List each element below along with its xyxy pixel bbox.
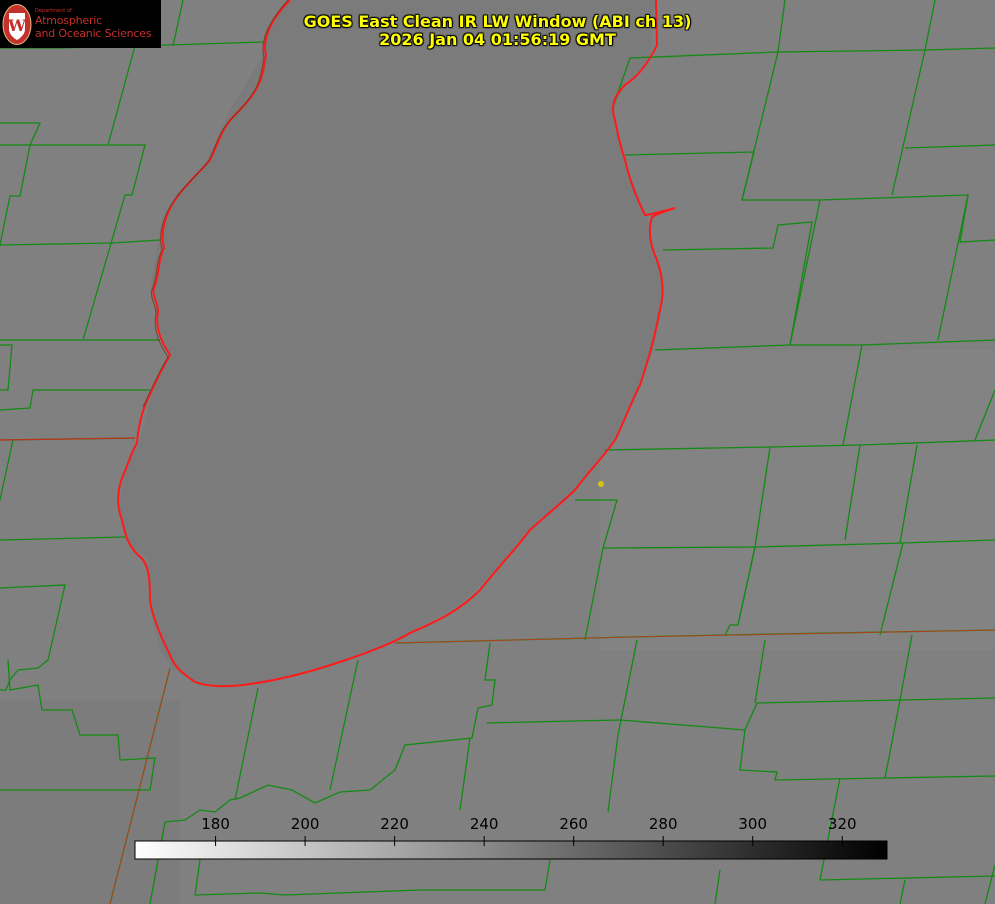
satellite-map — [0, 0, 995, 904]
colorbar-tick-label: 260 — [559, 815, 588, 833]
colorbar-tick-label: 180 — [201, 815, 230, 833]
colorbar-tick-label: 280 — [648, 815, 678, 833]
colorbar-tick-label: 300 — [738, 815, 768, 833]
colorbar-tick-label: 200 — [290, 815, 320, 833]
image-timestamp: 2026 Jan 04 01:56:19 GMT — [379, 30, 616, 49]
colorbar-tick-label: 320 — [827, 815, 857, 833]
colorbar-tick-label: 220 — [380, 815, 409, 833]
image-title: GOES East Clean IR LW Window (ABI ch 13) — [303, 12, 692, 31]
location-dot-icon — [598, 481, 604, 487]
colorbar-tick-label: 240 — [469, 815, 499, 833]
